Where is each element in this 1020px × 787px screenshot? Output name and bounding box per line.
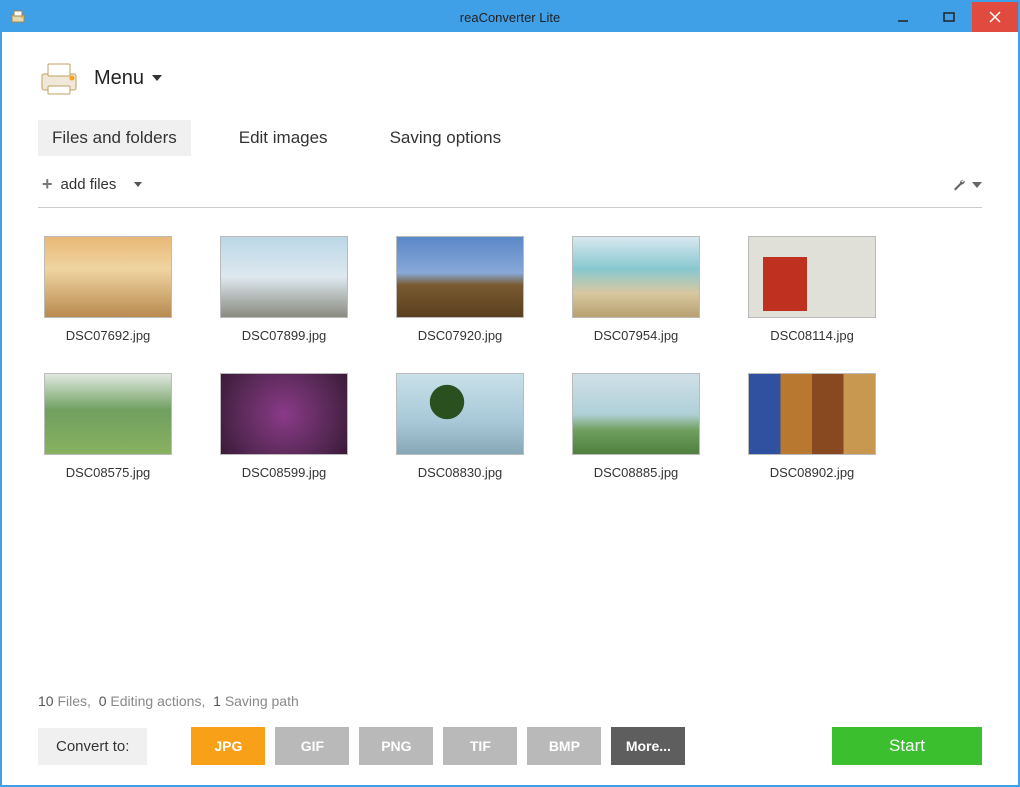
thumbnail-image (396, 236, 524, 318)
maximize-icon (943, 11, 955, 23)
file-item[interactable]: DSC07954.jpg (566, 236, 706, 343)
format-tif[interactable]: TIF (443, 727, 517, 765)
thumbnail-image (572, 373, 700, 455)
file-name: DSC07954.jpg (566, 328, 706, 343)
paths-label: Saving path (225, 693, 299, 709)
thumbnail-image (572, 236, 700, 318)
thumbnail-image (44, 236, 172, 318)
dropdown-caret-icon (134, 182, 142, 187)
thumbnail-image (220, 236, 348, 318)
window-frame: reaConverter Lite Menu (0, 0, 1020, 787)
file-item[interactable]: DSC07920.jpg (390, 236, 530, 343)
toolbar: + add files (38, 168, 982, 208)
thumbnail-image (748, 373, 876, 455)
file-name: DSC08599.jpg (214, 465, 354, 480)
add-files-button[interactable]: + add files (38, 172, 146, 197)
file-name: DSC07899.jpg (214, 328, 354, 343)
menu-label-text: Menu (94, 67, 144, 90)
tab-files-and-folders[interactable]: Files and folders (38, 120, 191, 156)
plus-icon: + (42, 174, 53, 195)
file-name: DSC08830.jpg (390, 465, 530, 480)
actions-label: Editing actions, (110, 693, 205, 709)
file-item[interactable]: DSC08885.jpg (566, 373, 706, 480)
format-more[interactable]: More... (611, 727, 685, 765)
tab-edit-images[interactable]: Edit images (225, 120, 342, 156)
format-gif[interactable]: GIF (275, 727, 349, 765)
minimize-button[interactable] (880, 2, 926, 32)
titlebar: reaConverter Lite (2, 2, 1018, 32)
file-name: DSC07920.jpg (390, 328, 530, 343)
bottom-bar: Convert to: JPG GIF PNG TIF BMP More... Start (38, 727, 982, 765)
tabs: Files and folders Edit images Saving optio… (38, 120, 982, 156)
add-files-label: add files (61, 176, 117, 193)
content-area: Menu Files and folders Edit images Saving … (2, 32, 1018, 785)
status-bar: 10 Files, 0 Editing actions, 1 Saving pa… (38, 679, 982, 727)
file-item[interactable]: DSC08830.jpg (390, 373, 530, 480)
thumbnail-image (748, 236, 876, 318)
caret-down-icon (972, 182, 982, 188)
files-count: 10 (38, 693, 54, 709)
thumbnail-image (396, 373, 524, 455)
thumbnail-image (44, 373, 172, 455)
file-name: DSC08114.jpg (742, 328, 882, 343)
file-item[interactable]: DSC08902.jpg (742, 373, 882, 480)
maximize-button[interactable] (926, 2, 972, 32)
file-name: DSC07692.jpg (38, 328, 178, 343)
file-name: DSC08575.jpg (38, 465, 178, 480)
minimize-icon (897, 11, 909, 23)
convert-to-label: Convert to: (38, 728, 147, 765)
file-item[interactable]: DSC08114.jpg (742, 236, 882, 343)
printer-icon (38, 60, 80, 96)
thumbnail-image (220, 373, 348, 455)
file-name: DSC08902.jpg (742, 465, 882, 480)
wrench-icon (950, 176, 968, 194)
window-controls (880, 2, 1018, 32)
file-item[interactable]: DSC07692.jpg (38, 236, 178, 343)
format-png[interactable]: PNG (359, 727, 433, 765)
close-icon (989, 11, 1001, 23)
close-button[interactable] (972, 2, 1018, 32)
file-item[interactable]: DSC07899.jpg (214, 236, 354, 343)
paths-count: 1 (213, 693, 221, 709)
file-item[interactable]: DSC08599.jpg (214, 373, 354, 480)
format-jpg[interactable]: JPG (191, 727, 265, 765)
thumbnail-grid: DSC07692.jpg DSC07899.jpg DSC07920.jpg DSC0… (38, 208, 982, 490)
actions-count: 0 (99, 693, 107, 709)
files-label: Files, (57, 693, 90, 709)
caret-down-icon (152, 75, 162, 81)
menu-row: Menu (38, 60, 982, 96)
file-name: DSC08885.jpg (566, 465, 706, 480)
file-item[interactable]: DSC08575.jpg (38, 373, 178, 480)
window-title: reaConverter Lite (460, 10, 560, 25)
menu-button[interactable]: Menu (94, 67, 162, 90)
format-bmp[interactable]: BMP (527, 727, 601, 765)
settings-button[interactable] (950, 176, 982, 194)
app-icon (10, 9, 26, 25)
tab-saving-options[interactable]: Saving options (376, 120, 516, 156)
start-button[interactable]: Start (832, 727, 982, 765)
format-group: JPG GIF PNG TIF BMP More... (191, 727, 685, 765)
